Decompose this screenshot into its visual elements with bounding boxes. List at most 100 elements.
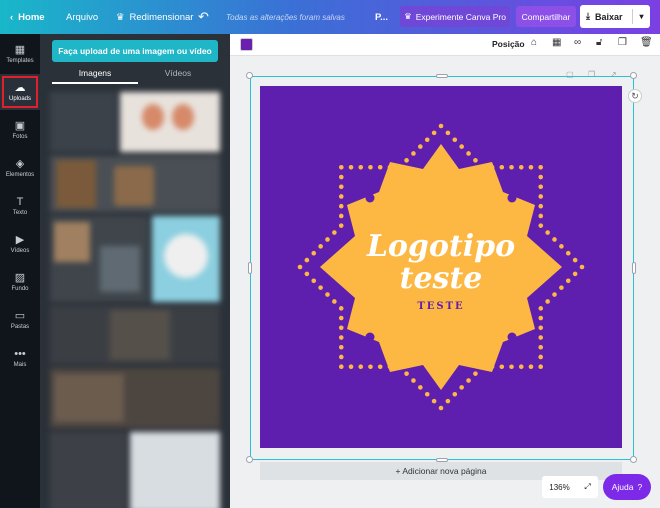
- logo-badge: Logotipo teste TESTE: [297, 123, 585, 411]
- border-dot: [538, 203, 544, 209]
- sidebar-item-photos[interactable]: ▣ Fotos: [0, 112, 40, 148]
- resize-button[interactable]: ♛ Redimensionar: [116, 0, 193, 34]
- border-dot: [473, 371, 478, 376]
- border-dot: [552, 237, 557, 242]
- save-status: Todas as alterações foram salvas: [226, 12, 345, 22]
- border-dot: [304, 271, 310, 277]
- border-dot: [518, 164, 524, 170]
- tab-images[interactable]: Imagens: [52, 68, 138, 84]
- border-dot: [368, 364, 373, 370]
- border-dot: [318, 244, 323, 249]
- uploaded-image[interactable]: [50, 156, 220, 212]
- resize-handle[interactable]: [632, 262, 636, 274]
- editor-area: Posição ⌂ ▦ ∞ 🔓︎ ❐ 🗑︎ ▢ ❐ ↗ ↻ Logotipo t…: [230, 34, 660, 508]
- border-dot: [538, 306, 544, 311]
- video-icon: ▶: [15, 234, 25, 246]
- design-canvas[interactable]: Logotipo teste TESTE: [260, 86, 622, 448]
- logo-subtitle: TESTE: [417, 301, 464, 312]
- border-dot: [311, 278, 317, 284]
- try-canva-pro-button[interactable]: ♛ Experimente Canva Pro: [400, 6, 510, 27]
- resize-handle[interactable]: [436, 74, 448, 78]
- border-dot: [431, 130, 437, 136]
- fullscreen-icon[interactable]: ⤢: [584, 482, 590, 492]
- trash-icon[interactable]: 🗑︎: [640, 37, 653, 48]
- download-icon: ⤓: [586, 11, 590, 21]
- border-dot: [538, 223, 544, 228]
- border-dot: [579, 264, 585, 270]
- chevron-down-icon[interactable]: ▾: [633, 12, 650, 21]
- uploaded-image[interactable]: [152, 216, 220, 302]
- resize-label: Redimensionar: [129, 11, 194, 23]
- sidebar-item-videos[interactable]: ▶ Vídeos: [0, 226, 40, 262]
- border-dot: [538, 325, 544, 331]
- border-dot: [338, 325, 344, 331]
- uploaded-image[interactable]: [50, 306, 220, 364]
- border-dot: [424, 137, 430, 143]
- folder-icon: ▭: [14, 310, 26, 322]
- border-dot: [338, 203, 344, 209]
- badge-dot: [365, 332, 375, 342]
- border-dot: [452, 391, 458, 397]
- transparency-icon[interactable]: ▦: [552, 37, 561, 48]
- uploaded-image[interactable]: [50, 368, 220, 428]
- uploads-panel: Faça upload de uma imagem ou vídeo Image…: [40, 34, 230, 508]
- uploaded-image[interactable]: [50, 216, 148, 302]
- truncated-menu-item[interactable]: P...: [375, 0, 388, 34]
- share-button[interactable]: Compartilhar: [516, 6, 576, 27]
- border-dot: [358, 164, 364, 170]
- link-icon[interactable]: ∞: [574, 37, 581, 48]
- border-dot: [338, 174, 344, 180]
- border-dot: [538, 174, 544, 180]
- rotate-icon[interactable]: ↻: [628, 89, 642, 103]
- resize-handle[interactable]: [630, 72, 637, 79]
- lock-icon[interactable]: 🔓︎: [596, 37, 602, 48]
- download-button[interactable]: ⤓ Baixar ▾: [580, 5, 650, 28]
- resize-handle[interactable]: [248, 262, 252, 274]
- upload-media-button[interactable]: Faça upload de uma imagem ou vídeo: [52, 40, 218, 62]
- border-dot: [338, 344, 344, 350]
- resize-handle[interactable]: [246, 456, 253, 463]
- border-dot: [445, 130, 451, 136]
- color-swatch[interactable]: [240, 38, 253, 51]
- position-button[interactable]: Posição: [492, 39, 525, 49]
- border-dot: [445, 398, 451, 404]
- border-dot: [518, 364, 524, 370]
- tab-videos[interactable]: Vídeos: [138, 68, 218, 84]
- file-menu-button[interactable]: Arquivo: [66, 0, 98, 34]
- sidebar-item-label: Elementos: [5, 172, 35, 178]
- border-dot: [418, 144, 423, 149]
- border-dot: [538, 354, 544, 360]
- download-main[interactable]: ⤓ Baixar: [580, 11, 632, 22]
- border-dot: [304, 257, 310, 263]
- uploaded-image[interactable]: [50, 432, 126, 508]
- sidebar-item-background[interactable]: ▨ Fundo: [0, 264, 40, 300]
- home-button[interactable]: ‹ Home: [10, 0, 45, 34]
- border-dot: [338, 213, 344, 219]
- help-button[interactable]: Ajuda ?: [603, 474, 651, 500]
- uploaded-image[interactable]: [50, 92, 116, 152]
- paint-roller-icon[interactable]: ⌂: [531, 37, 537, 48]
- sidebar-item-text[interactable]: T Texto: [0, 188, 40, 224]
- sidebar-item-uploads[interactable]: ☁ Uploads: [0, 74, 40, 110]
- sidebar-item-folders[interactable]: ▭ Pastas: [0, 302, 40, 338]
- uploaded-image[interactable]: [130, 432, 220, 508]
- border-dot: [424, 391, 430, 397]
- resize-handle[interactable]: [630, 456, 637, 463]
- sidebar-item-more[interactable]: ••• Mais: [0, 340, 40, 376]
- uploaded-image[interactable]: [120, 92, 220, 152]
- resize-handle[interactable]: [246, 72, 253, 79]
- border-dot: [565, 278, 571, 284]
- border-dot: [338, 306, 344, 311]
- sidebar-item-label: Vídeos: [10, 248, 30, 254]
- undo-icon[interactable]: ↶: [198, 0, 209, 34]
- border-dot: [538, 364, 544, 370]
- highlight-box: [2, 76, 38, 108]
- badge-dot: [365, 193, 375, 203]
- sidebar-item-templates[interactable]: ▦ Templates: [0, 36, 40, 72]
- duplicate-icon[interactable]: ❐: [618, 37, 627, 48]
- border-dot: [338, 223, 344, 228]
- zoom-control[interactable]: 136% ⤢: [542, 476, 598, 498]
- sidebar-item-elements[interactable]: ◈ Elementos: [0, 150, 40, 186]
- border-dot: [438, 123, 444, 129]
- templates-icon: ▦: [14, 44, 26, 56]
